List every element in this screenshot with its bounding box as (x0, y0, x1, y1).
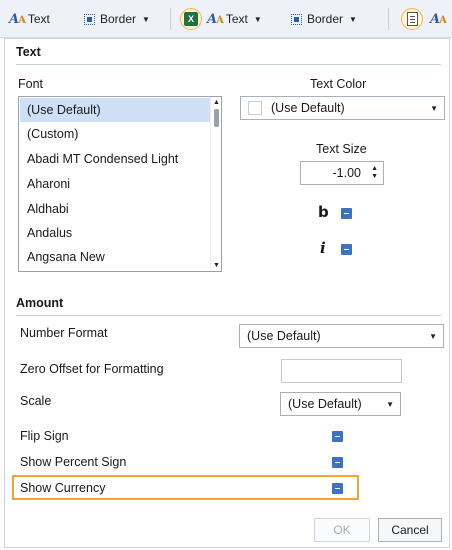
font-list-item[interactable]: Aldhabi (20, 197, 210, 221)
border-icon (84, 13, 95, 25)
amount-section-title: Amount (16, 296, 64, 310)
spinner-arrows-icon[interactable]: ▲ ▼ (371, 165, 378, 181)
show-currency-label: Show Currency (20, 481, 106, 495)
border-dropdown-button[interactable]: Border ▼ (291, 9, 357, 29)
text-size-spinner[interactable]: -1.00 ▲ ▼ (300, 161, 384, 185)
show-percent-toggle[interactable] (332, 457, 343, 468)
scale-dropdown[interactable]: (Use Default) ▼ (280, 392, 401, 416)
scroll-down-arrow-icon[interactable]: ▼ (211, 260, 221, 271)
text-style-icon: AA (430, 11, 447, 27)
section-divider (16, 64, 441, 65)
chevron-down-icon: ▼ (349, 14, 357, 24)
chevron-down-icon: ▼ (386, 400, 394, 409)
font-label: Font (18, 77, 44, 91)
show-percent-label: Show Percent Sign (20, 455, 127, 469)
text-style-button[interactable]: AA Text (9, 9, 50, 29)
excel-icon: X (184, 12, 198, 26)
font-list-item[interactable]: (Use Default) (20, 98, 210, 122)
italic-icon: i (320, 239, 326, 257)
italic-toggle[interactable] (341, 244, 352, 255)
chevron-down-icon: ▼ (429, 332, 437, 341)
font-list-item[interactable]: (Custom) (20, 122, 210, 146)
number-format-value: (Use Default) (247, 329, 321, 343)
border-icon (291, 13, 302, 25)
bold-toggle[interactable] (341, 208, 352, 219)
document-icon (406, 12, 418, 26)
font-list-item[interactable]: Abadi MT Condensed Light (20, 147, 210, 171)
scrollbar-thumb[interactable] (214, 109, 219, 127)
excel-button[interactable]: X (180, 8, 202, 30)
number-format-dropdown[interactable]: (Use Default) ▼ (239, 324, 444, 348)
flip-sign-toggle[interactable] (332, 431, 343, 442)
chevron-down-icon: ▼ (142, 14, 150, 24)
toolbar-separator (170, 8, 171, 30)
zero-offset-label: Zero Offset for Formatting (20, 362, 164, 376)
text-style-icon: AA (207, 11, 224, 27)
border-label: Border (307, 12, 344, 26)
cancel-button[interactable]: Cancel (378, 518, 442, 542)
font-list-item[interactable]: Angsana New (20, 245, 210, 269)
font-list-item[interactable]: Andalus (20, 221, 210, 245)
border-dropdown-button[interactable]: Border ▼ (84, 9, 150, 29)
text-style-button-overflow[interactable]: AA (430, 9, 449, 29)
color-swatch (248, 101, 262, 115)
chevron-down-icon: ▼ (253, 14, 262, 24)
number-format-label: Number Format (20, 326, 108, 340)
scale-value: (Use Default) (288, 397, 362, 411)
text-style-label: Text (27, 12, 50, 26)
flip-sign-label: Flip Sign (20, 429, 69, 443)
toolbar: AA Text Border ▼ X AA Text ▼ Border ▼ AA (0, 0, 452, 38)
document-button[interactable] (401, 8, 423, 30)
font-listbox[interactable]: (Use Default) (Custom) Abadi MT Condense… (18, 96, 222, 272)
text-size-value: -1.00 (332, 166, 362, 180)
toolbar-separator (388, 8, 389, 30)
scale-label: Scale (20, 394, 52, 408)
text-color-value: (Use Default) (271, 101, 345, 115)
font-list-scrollbar[interactable]: ▲ ▼ (210, 97, 221, 271)
border-label: Border (100, 12, 137, 26)
text-section-title: Text (16, 45, 41, 59)
bold-icon: b (318, 203, 329, 221)
chevron-down-icon: ▼ (430, 104, 438, 113)
text-color-label: Text Color (310, 77, 367, 91)
text-style-icon: AA (9, 11, 26, 27)
text-style-label: Text (225, 12, 248, 26)
zero-offset-field[interactable] (281, 359, 402, 383)
scroll-up-arrow-icon[interactable]: ▲ (211, 97, 221, 108)
ok-button[interactable]: OK (314, 518, 370, 542)
text-style-dropdown-button[interactable]: AA Text ▼ (207, 9, 262, 29)
text-color-dropdown[interactable]: (Use Default) ▼ (240, 96, 445, 120)
text-size-label: Text Size (316, 142, 367, 156)
section-divider (16, 315, 441, 316)
font-list-item[interactable]: Aharoni (20, 172, 210, 196)
show-currency-toggle[interactable] (332, 483, 343, 494)
